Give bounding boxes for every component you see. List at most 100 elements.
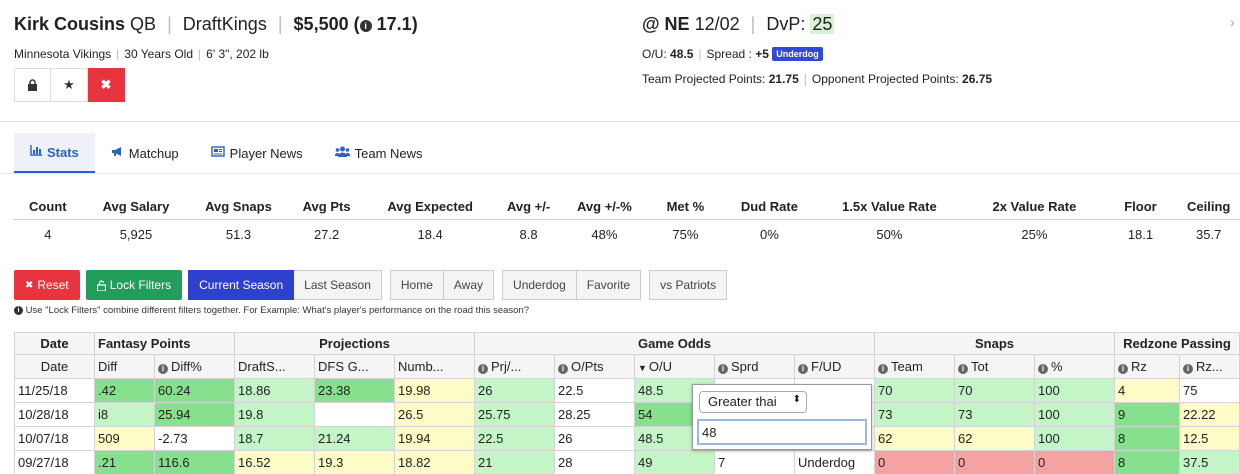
cell-dfs-g: [314, 402, 395, 427]
tab-stats-label: Stats: [47, 144, 79, 160]
tab-bar: Stats Matchup Player News Team News: [14, 133, 439, 173]
select-arrows-icon: ⬍: [792, 394, 801, 405]
player-team: Minnesota Vikings: [14, 47, 112, 61]
favorite-button[interactable]: Favorite: [576, 270, 642, 300]
summary-value-avg-expected: 18.4: [417, 226, 443, 242]
cell-team: 73: [874, 402, 955, 427]
cell-o-pts: 28.25: [554, 402, 635, 427]
underdog-button[interactable]: Underdog: [502, 270, 577, 300]
lock-button[interactable]: [14, 68, 51, 102]
info-icon: i: [14, 306, 23, 315]
cell-: 100: [1034, 402, 1115, 427]
tab-player-news-label: Player News: [229, 145, 303, 161]
cell-prj: 25.75: [474, 402, 555, 427]
column-label: Diff: [98, 359, 118, 374]
cell-dfs-g: 21.24: [314, 426, 395, 451]
column-header-rz[interactable]: i Rz...: [1179, 354, 1240, 379]
column-label: O/Pts: [571, 359, 604, 374]
info-icon: i: [158, 364, 168, 374]
column-header-o-u[interactable]: ▼ O/U: [634, 354, 715, 379]
column-label: Sprd: [731, 359, 759, 374]
odds-line: O/U: 48.5 | Spread : +5 Underdog: [642, 47, 823, 61]
tab-player-news[interactable]: Player News: [195, 133, 319, 173]
cell-rz: 22.22: [1179, 402, 1240, 427]
cell-prj: 21: [474, 450, 555, 474]
tab-team-news[interactable]: Team News: [319, 133, 439, 173]
underdog-badge: Underdog: [772, 47, 823, 61]
cell-numb: 19.98: [394, 378, 475, 403]
column-header-o-pts[interactable]: i O/Pts: [554, 354, 635, 379]
table-row[interactable]: 10/07/18 509 -2.73 18.7 21.24 19.94 22.5 26 48.5…: [14, 426, 1240, 451]
table-row[interactable]: 11/25/18.42 60.24 18.86 23.38 19.98 26 22.5 48.…: [14, 378, 1240, 403]
cell-diff: 25.94: [154, 402, 235, 427]
column-header-drafts[interactable]: DraftS...: [234, 354, 315, 379]
cell-diff: 116.6: [154, 450, 235, 474]
home-button[interactable]: Home: [389, 270, 444, 300]
cell-date: 09/27/18: [14, 450, 95, 474]
summary-value-avg-snaps: 51.3: [225, 226, 252, 242]
cell-date: 10/07/18: [14, 426, 95, 451]
column-header-sprd[interactable]: i Sprd: [714, 354, 795, 379]
cell-o-pts: 28: [554, 450, 635, 474]
lock-filters-button[interactable]: Lock Filters: [85, 270, 183, 300]
player-actions: ★ ✖: [14, 68, 125, 102]
player-size: 6' 3", 202 lb: [206, 47, 269, 61]
summary-header-2x-value-rate: 2x Value Rate: [965, 195, 1104, 220]
summary-header-avg-snaps: Avg Snaps: [190, 195, 287, 220]
column-header-date[interactable]: Date: [14, 354, 95, 379]
filter-bar: ✖ Reset Lock Filters Current Season Last …: [14, 270, 728, 300]
column-header-diff[interactable]: Diff: [94, 354, 155, 379]
tab-matchup[interactable]: Matchup: [95, 133, 195, 173]
cell-diff: .21: [94, 450, 155, 474]
cell-prj: 22.5: [474, 426, 555, 451]
away-button[interactable]: Away: [443, 270, 495, 300]
lock-filters-label: Lock Filters: [109, 278, 172, 292]
table-row[interactable]: 09/27/18.21 116.6 16.52 19.3 18.82 21 28 49 7 Und…: [14, 450, 1240, 474]
info-icon: i: [1183, 364, 1193, 374]
last-season-button[interactable]: Last Season: [294, 270, 382, 300]
info-icon: i: [478, 364, 488, 374]
column-header-f-ud[interactable]: i F/UD: [794, 354, 875, 379]
filter-value-input[interactable]: 48: [697, 419, 867, 445]
close-icon[interactable]: ›: [1230, 14, 1235, 30]
column-header-rz[interactable]: i Rz: [1114, 354, 1180, 379]
table-row[interactable]: 10/28/18 i8 25.94 19.8 26.5 25.75 28.25 54 73 73 1…: [14, 402, 1240, 427]
column-label: Team: [891, 359, 923, 374]
summary-header-avg: Avg +/-: [493, 195, 564, 220]
ou-label: O/U:: [642, 47, 667, 61]
close-icon: ✖: [100, 77, 112, 92]
cell-team: 62: [874, 426, 955, 451]
column-label: Numb...: [398, 359, 444, 374]
cell-drafts: 18.86: [234, 378, 315, 403]
column-header-team[interactable]: i Team: [874, 354, 955, 379]
summary-header-avg-expected: Avg Expected: [366, 195, 494, 220]
remove-button[interactable]: ✖: [88, 68, 125, 102]
cell-tot: 70: [954, 378, 1035, 403]
group-header-row: Date Fantasy Points Projections Game Odd…: [14, 332, 1240, 355]
current-season-button[interactable]: Current Season: [188, 270, 295, 300]
cell-tot: 73: [954, 402, 1035, 427]
group-redzone-passing: Redzone Passing: [1114, 332, 1240, 355]
reset-label: Reset: [37, 278, 69, 292]
column-header-tot[interactable]: i Tot: [954, 354, 1035, 379]
cell-date: 11/25/18: [14, 378, 95, 403]
reset-button[interactable]: ✖ Reset: [14, 270, 80, 300]
summary-value-avg: 8.8: [519, 226, 538, 242]
column-header-prj[interactable]: i Prj/...: [474, 354, 555, 379]
filter-operator-select[interactable]: Greater thai ⬍: [699, 391, 807, 413]
column-header-diff[interactable]: i Diff%: [154, 354, 235, 379]
cell-dfs-g: 19.3: [314, 450, 395, 474]
column-header-numb[interactable]: Numb...: [394, 354, 475, 379]
column-header-col13[interactable]: i%: [1034, 354, 1115, 379]
cell-rz: 4: [1114, 378, 1180, 403]
cell-o-pts: 22.5: [554, 378, 635, 403]
favorite-button[interactable]: ★: [51, 68, 88, 102]
tab-stats[interactable]: Stats: [14, 133, 95, 173]
summary-header-floor: Floor: [1103, 195, 1178, 220]
column-header-dfs-g[interactable]: DFS G...: [314, 354, 395, 379]
column-label: DFS G...: [318, 359, 369, 374]
lock-icon: [28, 79, 37, 91]
cell-team: 0: [874, 450, 955, 474]
vs-team-button[interactable]: vs Patriots: [649, 270, 728, 300]
summary-value-ceiling: 35.7: [1196, 226, 1222, 242]
